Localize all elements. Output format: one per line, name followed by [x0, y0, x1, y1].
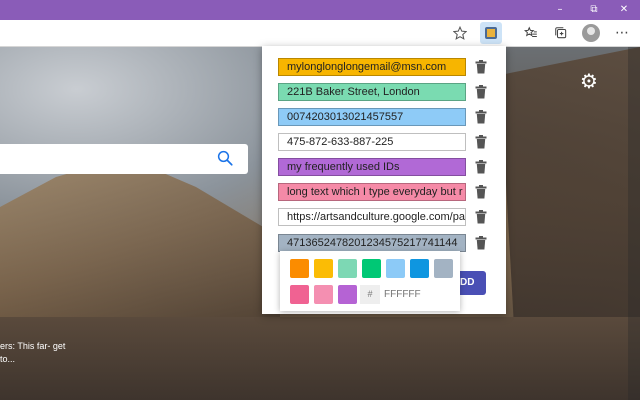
extension-logo-icon — [485, 27, 497, 39]
snippet-item[interactable]: mylonglonglongemail@msn.com — [278, 58, 466, 76]
trash-icon[interactable] — [475, 60, 487, 74]
background-caption: ers: This far- get to... — [0, 341, 66, 364]
more-icon[interactable]: ⋯ — [612, 23, 632, 43]
color-swatch[interactable] — [338, 285, 357, 304]
color-swatch[interactable] — [362, 259, 381, 278]
browser-toolbar: ⋯ — [0, 20, 640, 47]
trash-icon[interactable] — [475, 110, 487, 124]
maximize-button[interactable]: ⧉ — [578, 0, 610, 20]
gear-icon[interactable]: ⚙ — [578, 70, 600, 92]
snippet-item[interactable]: https://artsandculture.google.com/pa — [278, 208, 466, 226]
color-swatch[interactable] — [314, 259, 333, 278]
extension-icon[interactable] — [480, 22, 502, 44]
profile-avatar[interactable] — [582, 24, 600, 42]
snippet-item[interactable]: long text which I type everyday but r — [278, 183, 466, 201]
trash-icon[interactable] — [475, 160, 487, 174]
trash-icon[interactable] — [475, 185, 487, 199]
minimize-button[interactable]: – — [544, 0, 576, 20]
color-palette: # — [280, 251, 460, 311]
trash-icon[interactable] — [475, 85, 487, 99]
add-button[interactable]: DD — [458, 271, 486, 295]
trash-icon[interactable] — [475, 210, 487, 224]
snippet-item[interactable]: 0074203013021457557 — [278, 108, 466, 126]
hash-label: # — [360, 285, 380, 304]
page-scrollbar[interactable] — [628, 47, 640, 400]
hex-color-input[interactable] — [380, 285, 452, 304]
color-swatch[interactable] — [290, 259, 309, 278]
favorites-icon[interactable] — [521, 23, 541, 43]
trash-icon[interactable] — [475, 135, 487, 149]
color-swatch[interactable] — [338, 259, 357, 278]
color-swatch[interactable] — [386, 259, 405, 278]
search-input[interactable] — [0, 144, 248, 174]
color-swatch[interactable] — [410, 259, 429, 278]
snippet-item[interactable]: 475-872-633-887-225 — [278, 133, 466, 151]
search-icon[interactable] — [216, 149, 234, 167]
trash-icon[interactable] — [475, 236, 487, 250]
collections-icon[interactable] — [551, 23, 571, 43]
background-ground — [0, 317, 640, 400]
snippet-item[interactable]: my frequently used IDs — [278, 158, 466, 176]
star-icon[interactable] — [450, 23, 470, 43]
background-cliff — [500, 47, 640, 327]
snippet-item[interactable]: 221B Baker Street, London — [278, 83, 466, 101]
snippet-popup: mylonglonglongemail@msn.com 221B Baker St… — [262, 46, 506, 314]
color-swatch[interactable] — [314, 285, 333, 304]
color-swatch[interactable] — [434, 259, 453, 278]
color-swatch[interactable] — [290, 285, 309, 304]
snippet-item[interactable]: 4713652478201234575217741144 — [278, 234, 466, 252]
title-bar: – ⧉ ✕ — [0, 0, 640, 20]
close-button[interactable]: ✕ — [608, 0, 640, 20]
